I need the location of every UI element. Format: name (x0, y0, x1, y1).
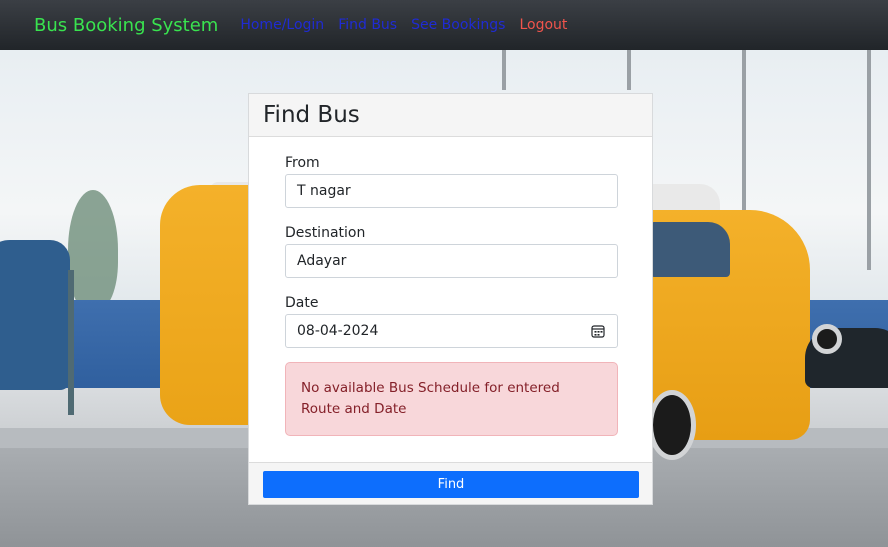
page: Bus Booking System Home/Login Find Bus S… (0, 0, 888, 547)
brand-link[interactable]: Bus Booking System (34, 15, 218, 36)
pole (867, 50, 871, 270)
date-value: 08-04-2024 (297, 323, 379, 339)
nav-home-login[interactable]: Home/Login (240, 17, 324, 33)
car (0, 240, 70, 390)
find-bus-card: Find Bus From T nagar Destination Adayar… (248, 93, 653, 505)
find-button[interactable]: Find (263, 471, 639, 498)
pole (627, 50, 631, 90)
nav-logout[interactable]: Logout (519, 17, 567, 33)
nav-find-bus[interactable]: Find Bus (338, 17, 397, 33)
from-label: From (285, 155, 320, 171)
tree (68, 190, 118, 310)
card-footer: Find (249, 462, 652, 504)
destination-label: Destination (285, 225, 366, 241)
destination-value: Adayar (297, 253, 347, 269)
from-value: T nagar (297, 183, 351, 199)
card-header: Find Bus (249, 94, 652, 137)
from-input[interactable]: T nagar (285, 174, 618, 208)
destination-input[interactable]: Adayar (285, 244, 618, 278)
card-body: From T nagar Destination Adayar Date 08-… (249, 137, 652, 436)
date-input[interactable]: 08-04-2024 (285, 314, 618, 348)
pole (502, 50, 506, 90)
no-schedule-alert: No available Bus Schedule for entered Ro… (285, 362, 618, 436)
nav-see-bookings[interactable]: See Bookings (411, 17, 505, 33)
wheel (648, 390, 696, 460)
date-label: Date (285, 295, 319, 311)
card-title: Find Bus (263, 102, 360, 128)
navbar: Bus Booking System Home/Login Find Bus S… (0, 0, 888, 50)
parking-meter (68, 270, 74, 415)
wheel (812, 324, 842, 354)
calendar-icon[interactable] (591, 324, 605, 338)
van-window (650, 222, 730, 277)
